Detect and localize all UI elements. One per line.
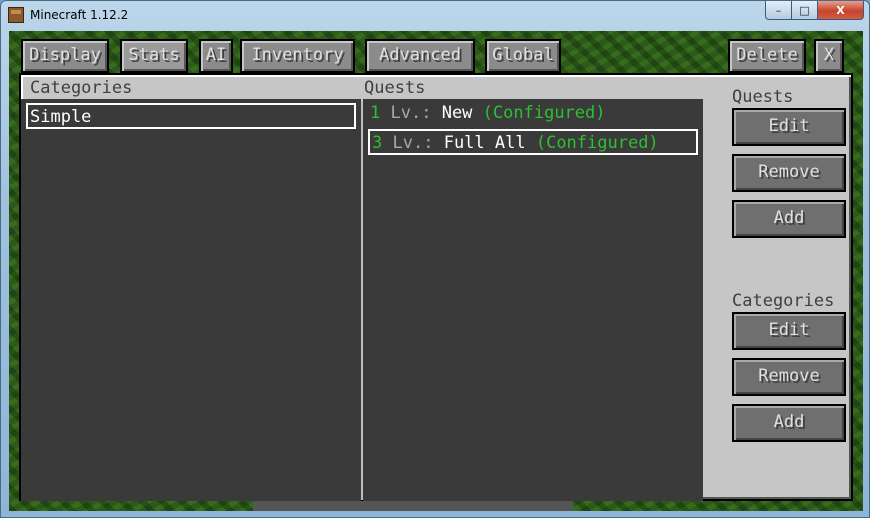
category-item-simple[interactable]: Simple [26, 103, 356, 129]
minecraft-app-icon [8, 7, 24, 23]
game-viewport: Display Stats AI Inventory Advanced Glob… [9, 31, 863, 511]
maximize-icon: □ [799, 3, 810, 17]
category-remove-button[interactable]: Remove [732, 358, 846, 396]
quest-remove-button[interactable]: Remove [732, 154, 846, 192]
minimize-icon: – [775, 3, 782, 17]
quest-editor-panel: Categories Quests Simple 1 Lv.: New (Con… [19, 73, 853, 501]
hotbar [253, 501, 573, 511]
category-label: Simple [30, 107, 92, 127]
close-window-button[interactable]: X [818, 1, 864, 20]
quest-name: New [441, 103, 473, 123]
quest-number: 3 [372, 133, 383, 153]
tab-global[interactable]: Global [485, 39, 561, 73]
quest-item-new[interactable]: 1 Lv.: New (Configured) [368, 101, 698, 127]
quest-name: Full All [443, 133, 526, 153]
quest-status: (Configured) [482, 103, 606, 123]
tab-ai[interactable]: AI [199, 39, 233, 73]
tab-display[interactable]: Display [21, 39, 109, 73]
window-frame: Minecraft 1.12.2 – □ X Display Stats AI … [0, 0, 870, 518]
tab-inventory[interactable]: Inventory [240, 39, 355, 73]
window-controls: – □ X [765, 1, 864, 21]
quest-level-label: Lv.: [390, 103, 432, 123]
close-gui-button[interactable]: X [814, 39, 844, 73]
tab-advanced[interactable]: Advanced [365, 39, 475, 73]
quest-add-button[interactable]: Add [732, 200, 846, 238]
side-quests-label: Quests [732, 87, 794, 107]
quests-header: Quests [364, 78, 426, 98]
title-bar[interactable]: Minecraft 1.12.2 – □ X [1, 1, 870, 31]
window-title: Minecraft 1.12.2 [30, 8, 129, 22]
quests-list[interactable]: 1 Lv.: New (Configured) 3 Lv.: Full All … [363, 99, 703, 501]
quest-number: 1 [370, 103, 381, 123]
quest-edit-button[interactable]: Edit [732, 108, 846, 146]
categories-header: Categories [30, 78, 133, 98]
quest-item-full-all[interactable]: 3 Lv.: Full All (Configured) [368, 129, 698, 155]
category-add-button[interactable]: Add [732, 404, 846, 442]
maximize-button[interactable]: □ [792, 1, 818, 20]
quest-status: (Configured) [535, 133, 659, 153]
quest-level-label: Lv.: [392, 133, 434, 153]
tab-stats[interactable]: Stats [120, 39, 188, 73]
close-icon: X [836, 3, 845, 17]
categories-list[interactable]: Simple [21, 99, 361, 501]
minimize-button[interactable]: – [765, 1, 792, 20]
side-categories-label: Categories [732, 291, 835, 311]
category-edit-button[interactable]: Edit [732, 312, 846, 350]
delete-button[interactable]: Delete [728, 39, 806, 73]
